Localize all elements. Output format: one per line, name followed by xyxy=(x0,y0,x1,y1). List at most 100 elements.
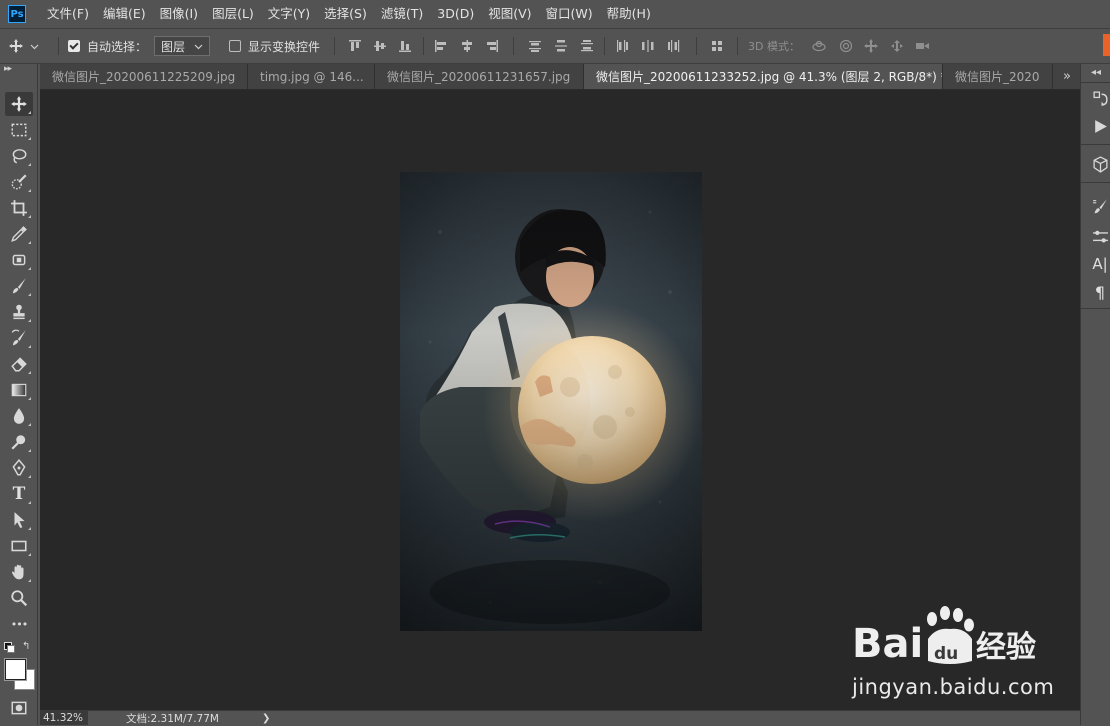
status-bar: 41.32% 文档:2.31M/7.77M ❯ xyxy=(40,710,1080,725)
quick-selection-tool[interactable] xyxy=(5,170,33,194)
3d-pan-icon[interactable] xyxy=(863,38,879,54)
3d-roll-icon[interactable] xyxy=(838,38,854,54)
show-transform-checkbox[interactable] xyxy=(229,40,241,52)
history-brush-tool[interactable] xyxy=(5,326,33,350)
eyedropper-tool[interactable] xyxy=(5,222,33,246)
distribute-horizontal-center-icon[interactable] xyxy=(640,38,656,54)
expand-panels-icon[interactable]: ◂◂ xyxy=(1091,67,1101,78)
actions-panel-play-icon[interactable] xyxy=(1090,116,1110,136)
status-menu-arrow-icon[interactable]: ❯ xyxy=(262,711,270,725)
swap-colors-icon[interactable]: ↰ xyxy=(22,641,30,652)
show-transform-option[interactable]: 显示变换控件 xyxy=(229,29,320,63)
foreground-color-swatch[interactable] xyxy=(5,659,26,680)
marquee-icon xyxy=(11,123,27,137)
tab-document-5[interactable]: 微信图片_2020 xyxy=(943,64,1053,89)
menu-3d[interactable]: 3D(D) xyxy=(430,0,481,28)
lasso-icon xyxy=(12,149,27,164)
hand-tool[interactable] xyxy=(5,560,33,584)
eraser-tool[interactable] xyxy=(5,352,33,376)
edit-toolbar-button[interactable]: ••• xyxy=(5,612,33,636)
menu-view[interactable]: 视图(V) xyxy=(481,0,538,28)
child-holding-moon-lamp-photo xyxy=(400,172,702,631)
default-colors-icon[interactable] xyxy=(4,642,15,653)
tab-label: 微信图片_2020 xyxy=(955,70,1040,84)
zoom-tool[interactable] xyxy=(5,586,33,610)
3d-orbit-icon[interactable] xyxy=(811,38,827,54)
auto-align-layers-icon[interactable] xyxy=(709,38,725,54)
menu-file[interactable]: 文件(F) xyxy=(40,0,96,28)
brush-settings-panel-icon[interactable] xyxy=(1090,196,1110,216)
tab-overflow-button[interactable]: » xyxy=(1054,64,1080,89)
character-panel-icon[interactable]: A| xyxy=(1090,254,1110,274)
character-glyph: A| xyxy=(1092,255,1108,273)
gradient-icon xyxy=(11,383,27,397)
auto-select-target-dropdown[interactable]: 图层 xyxy=(154,36,210,56)
pen-icon xyxy=(12,459,26,476)
gradient-tool[interactable] xyxy=(5,378,33,402)
move-tool-icon xyxy=(11,96,27,112)
arrow-cursor-icon xyxy=(14,512,25,528)
menu-window[interactable]: 窗口(W) xyxy=(539,0,600,28)
options-bar: 自动选择： 图层 显示变换控件 3D 模式： xyxy=(0,28,1110,64)
rectangle-tool[interactable] xyxy=(5,534,33,558)
menu-image[interactable]: 图像(I) xyxy=(153,0,205,28)
tab-label: 微信图片_20200611225209.jpg xyxy=(52,70,236,84)
path-selection-tool[interactable] xyxy=(5,508,33,532)
history-panel-icon[interactable] xyxy=(1090,88,1110,108)
menu-layer[interactable]: 图层(L) xyxy=(205,0,261,28)
crop-tool[interactable] xyxy=(5,196,33,220)
brush-icon xyxy=(12,278,26,294)
pen-tool[interactable] xyxy=(5,456,33,480)
3d-slide-icon[interactable] xyxy=(889,38,905,54)
quick-mask-button[interactable] xyxy=(5,696,33,720)
tab-label: 微信图片_20200611233252.jpg @ 41.3% (图层 2, R… xyxy=(596,70,943,84)
tool-preset-picker[interactable] xyxy=(8,29,39,63)
menu-filter[interactable]: 滤镜(T) xyxy=(374,0,430,28)
tab-document-2[interactable]: timg.jpg @ 146... × xyxy=(248,64,375,89)
healing-brush-tool[interactable] xyxy=(5,248,33,272)
marquee-tool[interactable] xyxy=(5,118,33,142)
move-tool-icon xyxy=(9,39,23,53)
rectangle-icon xyxy=(11,540,27,552)
distribute-top-icon[interactable] xyxy=(527,38,543,54)
3d-camera-icon[interactable] xyxy=(914,38,930,54)
lasso-tool[interactable] xyxy=(5,144,33,168)
quick-mask-icon xyxy=(11,701,27,715)
collapse-panel-icon[interactable]: ▸▸ xyxy=(4,64,12,74)
brush-tool[interactable] xyxy=(5,274,33,298)
stamp-icon xyxy=(13,304,25,320)
align-right-icon[interactable] xyxy=(484,38,500,54)
paragraph-panel-icon[interactable]: ¶ xyxy=(1090,282,1110,302)
distribute-bottom-icon[interactable] xyxy=(579,38,595,54)
align-top-icon[interactable] xyxy=(347,38,363,54)
menu-help[interactable]: 帮助(H) xyxy=(600,0,658,28)
distribute-right-icon[interactable] xyxy=(666,38,682,54)
move-tool[interactable] xyxy=(5,92,33,116)
menu-type[interactable]: 文字(Y) xyxy=(261,0,317,28)
align-left-icon[interactable] xyxy=(433,38,449,54)
auto-select-checkbox[interactable] xyxy=(68,40,80,52)
align-vertical-center-icon[interactable] xyxy=(372,38,388,54)
clone-stamp-tool[interactable] xyxy=(5,300,33,324)
panel-dock: ◂◂ A| ¶ xyxy=(1080,64,1110,725)
blur-tool[interactable] xyxy=(5,404,33,428)
document-image[interactable] xyxy=(400,172,702,631)
auto-select-option[interactable]: 自动选择： xyxy=(68,29,147,63)
tab-document-1[interactable]: 微信图片_20200611225209.jpg × xyxy=(40,64,248,89)
menu-edit[interactable]: 编辑(E) xyxy=(96,0,153,28)
dodge-tool[interactable] xyxy=(5,430,33,454)
auto-select-label: 自动选择： xyxy=(87,39,148,54)
tab-document-active[interactable]: 微信图片_20200611233252.jpg @ 41.3% (图层 2, R… xyxy=(584,64,943,89)
distribute-left-icon[interactable] xyxy=(614,38,630,54)
panel-color-chip xyxy=(1103,34,1110,56)
3d-panel-cube-icon[interactable] xyxy=(1090,154,1110,174)
menu-select[interactable]: 选择(S) xyxy=(317,0,374,28)
zoom-level-field[interactable]: 41.32% xyxy=(40,711,88,725)
align-horizontal-center-icon[interactable] xyxy=(459,38,475,54)
distribute-vertical-center-icon[interactable] xyxy=(553,38,569,54)
watermark-brand-suffix: du xyxy=(934,644,958,664)
align-bottom-icon[interactable] xyxy=(397,38,413,54)
tab-document-3[interactable]: 微信图片_20200611231657.jpg × xyxy=(375,64,584,89)
type-tool[interactable]: T xyxy=(5,482,33,506)
adjustments-sliders-icon[interactable] xyxy=(1090,226,1110,246)
